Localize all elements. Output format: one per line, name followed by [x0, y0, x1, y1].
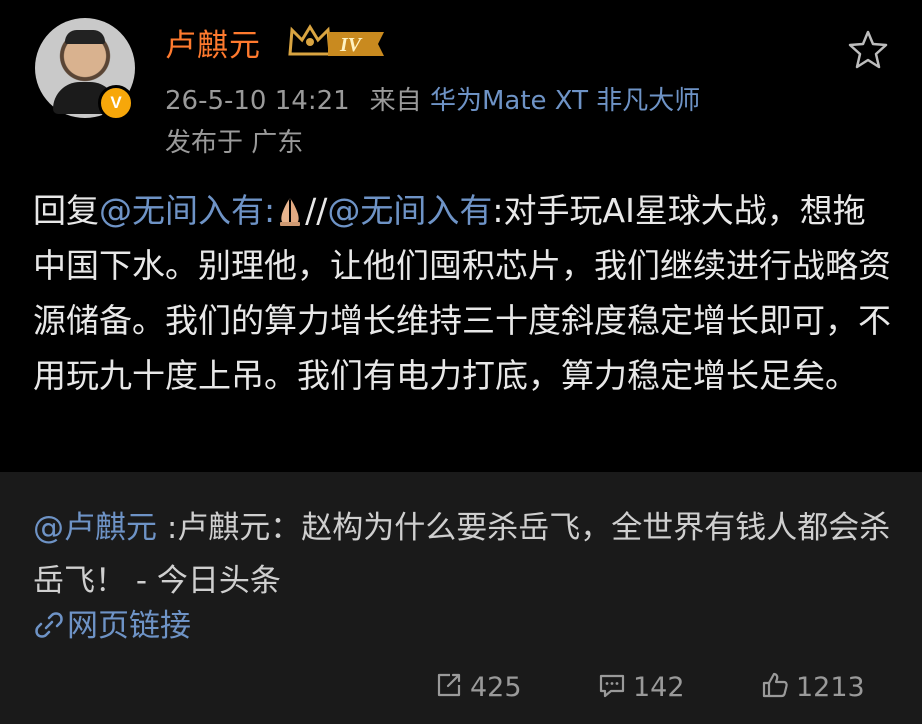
source-prefix: 来自	[369, 86, 422, 116]
verified-badge-icon: V	[98, 85, 134, 121]
repost-count: 425	[470, 672, 522, 703]
reply-prefix: 回复	[33, 191, 99, 230]
level-text: IV	[339, 34, 363, 56]
retweet-card[interactable]: @卢麒元 :卢麒元：赵构为什么要杀岳飞，全世界有钱人都会杀岳飞！ - 今日头条 …	[0, 472, 922, 724]
like-button[interactable]: 1213	[760, 670, 865, 703]
folded-hands-emoji-icon	[280, 198, 301, 226]
post-body: 回复@无间入有: //@无间入有:对手玩AI星球大战，想拖中国下水。别理他，让他…	[33, 183, 893, 403]
device-link[interactable]: 华为Mate XT 非凡大师	[430, 86, 700, 116]
link-icon	[35, 612, 63, 638]
web-link[interactable]: 网页链接	[33, 600, 191, 645]
thumbs-up-icon	[762, 672, 788, 698]
weibo-post: V 卢麒元 IV 26-5-10 14:21 来自 华为Mate XT 非凡大师 …	[0, 0, 922, 472]
post-location: 发布于 广东	[165, 128, 304, 158]
repost-button[interactable]: 425	[434, 670, 522, 703]
mention-link[interactable]: @无间入有:	[99, 191, 275, 230]
comment-count: 142	[633, 672, 685, 703]
level-crown-badge-icon: IV	[288, 24, 384, 56]
action-bar: 425 142 1213	[0, 670, 922, 710]
mention-link-2[interactable]: @无间入有	[327, 191, 492, 230]
web-link-label: 网页链接	[67, 608, 191, 644]
comment-icon	[599, 674, 625, 698]
star-icon[interactable]	[846, 28, 890, 72]
retweet-text: @卢麒元 :卢麒元：赵构为什么要杀岳飞，全世界有钱人都会杀岳飞！ - 今日头条	[33, 502, 893, 608]
avatar-hair	[65, 30, 105, 44]
separator: //	[305, 191, 328, 230]
retweet-mention[interactable]: @卢麒元	[33, 510, 157, 546]
repost-icon	[437, 673, 461, 697]
post-meta: 26-5-10 14:21 来自 华为Mate XT 非凡大师	[165, 80, 700, 117]
like-count: 1213	[796, 672, 865, 703]
username[interactable]: 卢麒元	[165, 20, 261, 65]
retweet-content: :卢麒元：赵构为什么要杀岳飞，全世界有钱人都会杀岳飞！ - 今日头条	[33, 510, 891, 599]
comment-button[interactable]: 142	[597, 670, 685, 703]
timestamp: 26-5-10 14:21	[165, 86, 350, 116]
